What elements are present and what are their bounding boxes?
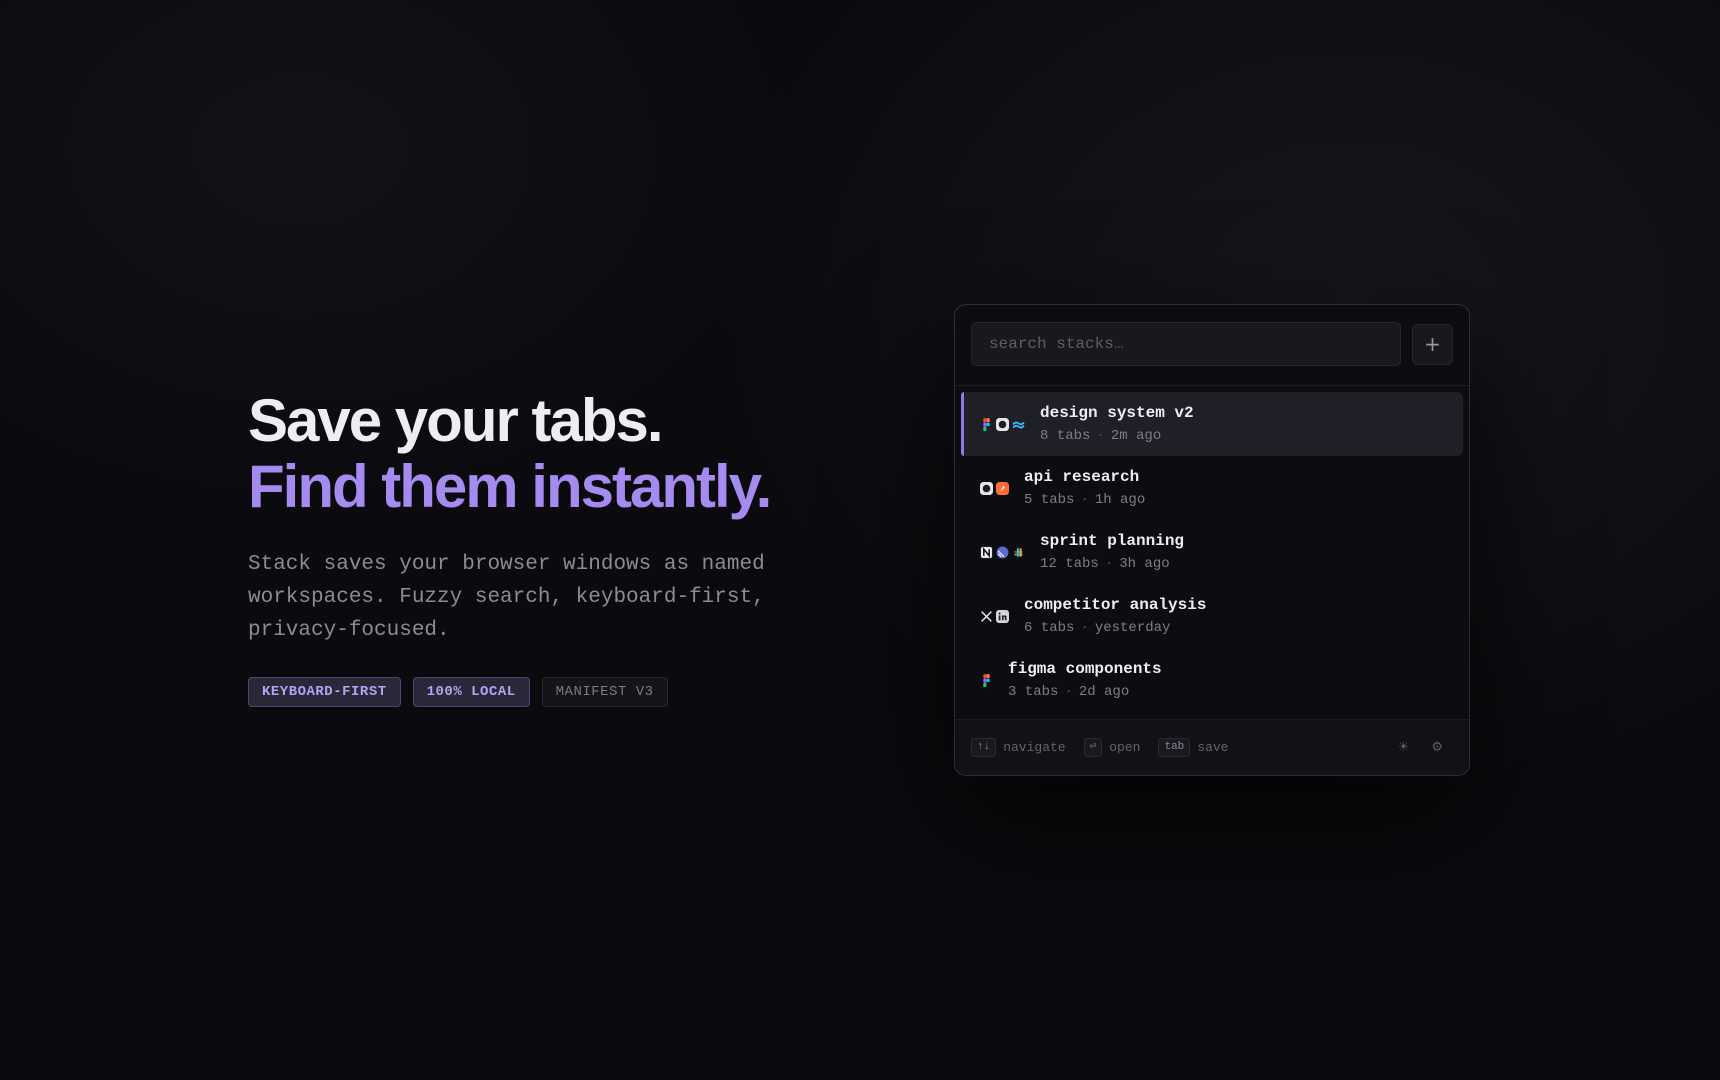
stack-meta: 3 tabs · 2d ago (1008, 682, 1162, 702)
stack-time: 2m ago (1110, 427, 1162, 444)
badge-local: 100% LOCAL (412, 677, 530, 707)
headline-line-2: Find them instantly. (248, 453, 772, 520)
footer-actions: ☀ ⚙ (1398, 740, 1443, 755)
slack-icon (1014, 547, 1023, 557)
stack-meta: 6 tabs · yesterday (1024, 618, 1206, 638)
feature-badges: KEYBOARD-FIRST 100% LOCAL MANIFEST V3 (248, 677, 868, 707)
stack-time: 3h ago (1119, 555, 1170, 572)
stack-time: 1h ago (1094, 491, 1146, 508)
headline: Save your tabs. Find them instantly. (248, 388, 868, 520)
meta-separator: · (1080, 619, 1089, 636)
stack-title: sprint planning (1040, 531, 1185, 550)
stack-item-text: competitor analysis 6 tabs · yesterday (1024, 595, 1206, 638)
kbd-arrows: ↑↓ (971, 738, 997, 757)
linkedin-icon (996, 609, 1009, 623)
stack-item[interactable]: api research 5 tabs · 1h ago (961, 456, 1463, 520)
stack-title: api research (1024, 467, 1140, 486)
badge-keyboard-first: KEYBOARD-FIRST (248, 677, 401, 707)
stack-tab-count: 5 tabs (1024, 491, 1075, 508)
figma-icon (983, 673, 990, 687)
hint-label: open (1109, 740, 1141, 755)
postman-icon (996, 481, 1009, 495)
stack-item-text: sprint planning 12 tabs · 3h ago (1040, 531, 1184, 574)
stack-meta: 8 tabs · 2m ago (1040, 426, 1194, 446)
stack-list: design system v2 8 tabs · 2m ago api resea… (961, 392, 1463, 712)
favicon-group (980, 481, 1009, 495)
hint-label: navigate (1003, 740, 1066, 755)
stack-item[interactable]: figma components 3 tabs · 2d ago (961, 648, 1463, 712)
hint-open: ⏎ open (1083, 738, 1141, 757)
theme-toggle-icon[interactable]: ☀ (1398, 740, 1410, 755)
meta-separator: · (1104, 555, 1114, 572)
add-stack-button[interactable]: + (1412, 324, 1453, 365)
hint-save: tab save (1158, 738, 1229, 757)
extension-popup: + (954, 304, 1470, 776)
stack-item-text: design system v2 8 tabs · 2m ago (1040, 403, 1194, 446)
badge-manifest: MANIFEST V3 (541, 677, 668, 707)
stack-item[interactable]: sprint planning 12 tabs · 3h ago (961, 520, 1463, 584)
stack-title: figma components (1008, 659, 1162, 678)
stack-tab-count: 8 tabs (1040, 427, 1091, 444)
meta-separator: · (1096, 427, 1105, 444)
hero-description: Stack saves your browser windows as name… (248, 553, 765, 642)
stack-tab-count: 6 tabs (1024, 619, 1075, 636)
stack-time: yesterday (1094, 619, 1171, 636)
stack-tab-count: 12 tabs (1040, 555, 1099, 572)
stack-title: design system v2 (1040, 403, 1194, 422)
search-input[interactable] (971, 322, 1401, 366)
stack-item-text: figma components 3 tabs · 2d ago (1008, 659, 1162, 702)
hint-label: save (1197, 740, 1229, 755)
meta-separator: · (1064, 683, 1073, 700)
x-icon (981, 610, 992, 622)
stack-item[interactable]: competitor analysis 6 tabs · yesterday (961, 584, 1463, 648)
figma-icon (983, 417, 990, 431)
stack-title: competitor analysis (1024, 595, 1207, 614)
kbd-tab: tab (1158, 738, 1191, 757)
stack-meta: 5 tabs · 1h ago (1024, 490, 1145, 510)
settings-icon[interactable]: ⚙ (1431, 740, 1443, 755)
github-icon (996, 417, 1009, 431)
stack-item-text: api research 5 tabs · 1h ago (1024, 467, 1145, 510)
favicon-group (980, 545, 1025, 559)
favicon-group (980, 417, 1025, 431)
hint-navigate: ↑↓ navigate (971, 738, 1066, 757)
linear-icon (996, 546, 1009, 558)
popup-footer: ↑↓ navigate ⏎ open tab save ☀ ⚙ (955, 719, 1469, 775)
headline-line-1: Save your tabs. (248, 387, 664, 454)
stack-meta: 12 tabs · 3h ago (1040, 554, 1184, 574)
favicon-group (980, 673, 993, 687)
stack-tab-count: 3 tabs (1008, 683, 1059, 700)
hero-section: Save your tabs. Find them instantly. Sta… (248, 388, 868, 707)
github-icon (980, 481, 993, 495)
divider (955, 385, 1469, 386)
search-row: + (971, 322, 1453, 366)
tailwind-icon (1012, 421, 1025, 428)
kbd-enter: ⏎ (1083, 738, 1103, 757)
stack-item[interactable]: design system v2 8 tabs · 2m ago (961, 392, 1463, 456)
stack-time: 2d ago (1078, 683, 1130, 700)
meta-separator: · (1080, 491, 1089, 508)
favicon-group (980, 609, 1009, 623)
notion-icon (980, 545, 993, 559)
